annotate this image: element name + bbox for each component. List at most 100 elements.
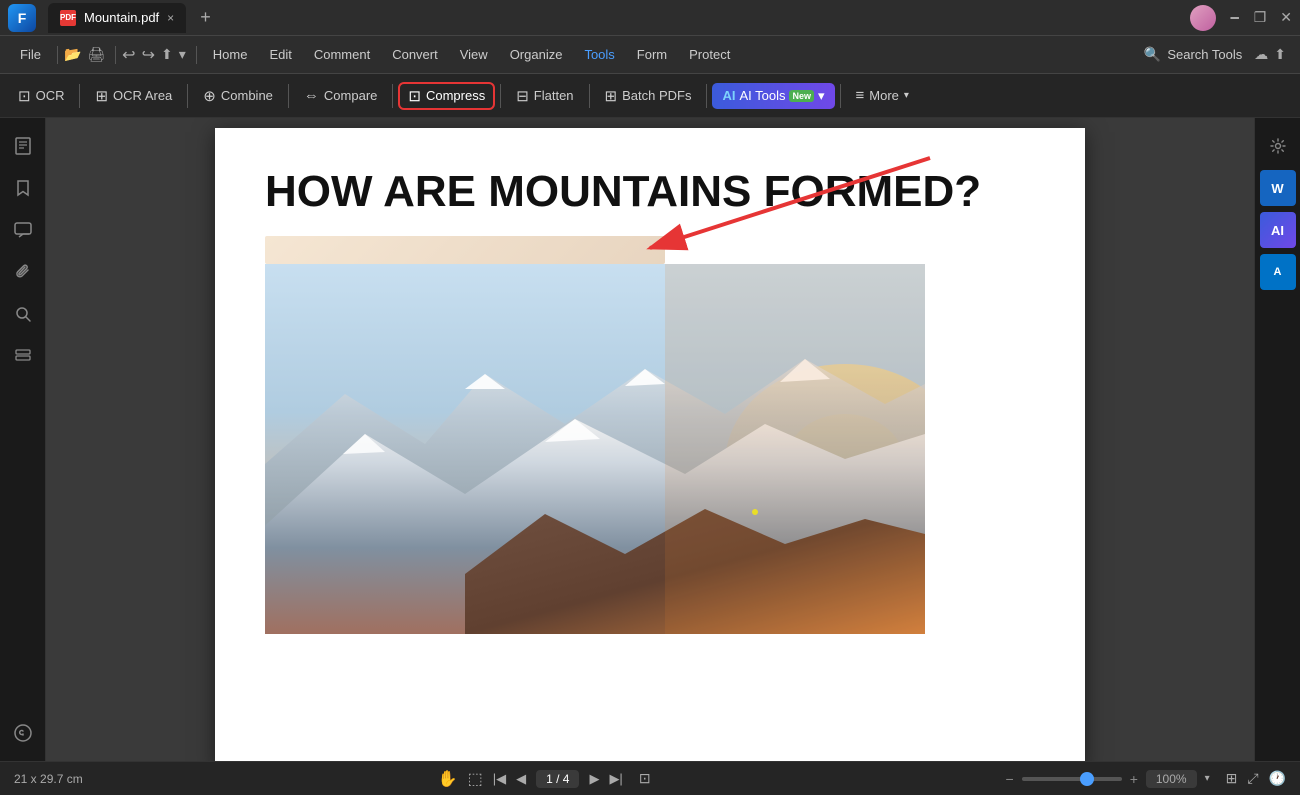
- first-page-button[interactable]: |◀: [493, 771, 506, 787]
- last-page-button[interactable]: ▶|: [609, 771, 622, 787]
- menu-organize[interactable]: Organize: [500, 43, 573, 66]
- flatten-icon: ⊟: [516, 87, 529, 105]
- search-tools-icon: 🔍: [1144, 46, 1161, 63]
- ocr-area-button[interactable]: ⊞ OCR Area: [85, 82, 182, 110]
- compare-button[interactable]: ⇔ Compare: [294, 82, 387, 109]
- combine-icon: ⊕: [203, 87, 216, 105]
- combine-label: Combine: [221, 88, 273, 103]
- fit-page-button[interactable]: ⊞: [1226, 770, 1238, 787]
- right-az-button[interactable]: A: [1260, 254, 1296, 290]
- page-indicator[interactable]: 1 / 4: [536, 770, 579, 788]
- right-word-button[interactable]: W: [1260, 170, 1296, 206]
- word-label: W: [1271, 181, 1283, 196]
- open-icon[interactable]: 📂: [64, 46, 81, 63]
- compress-button[interactable]: ⊡ Compress: [398, 82, 495, 110]
- zoom-controls: − + 100% ▾: [1006, 770, 1210, 788]
- next-page-button[interactable]: ▶: [589, 771, 599, 787]
- new-tab-button[interactable]: +: [200, 7, 211, 28]
- zoom-slider[interactable]: [1022, 777, 1122, 781]
- ocr-button[interactable]: ⊡ OCR: [8, 82, 74, 110]
- right-ai-button[interactable]: AI: [1260, 212, 1296, 248]
- pdf-content-area[interactable]: HOW ARE MOUNTAINS FORMED?: [46, 118, 1254, 761]
- zoom-in-button[interactable]: +: [1130, 771, 1138, 787]
- tab-close-button[interactable]: ×: [167, 11, 174, 25]
- right-sidebar: W AI A: [1254, 118, 1300, 761]
- menu-form[interactable]: Form: [627, 43, 677, 66]
- bookmark-bottom-icon[interactable]: ⊡: [639, 770, 651, 787]
- app-icon: F: [8, 4, 36, 32]
- sidebar-page-icon[interactable]: [5, 128, 41, 164]
- prev-page-button[interactable]: ◀: [516, 771, 526, 787]
- clock-icon: 🕐: [1269, 770, 1286, 787]
- left-sidebar: [0, 118, 46, 761]
- more-dropdown-icon: ▾: [904, 90, 909, 101]
- sidebar-search-icon[interactable]: [5, 296, 41, 332]
- combine-button[interactable]: ⊕ Combine: [193, 82, 283, 110]
- pdf-image-top-bar: [265, 236, 665, 264]
- undo-icon[interactable]: ↩: [122, 45, 135, 65]
- search-tools-label: Search Tools: [1167, 47, 1242, 62]
- menu-view[interactable]: View: [450, 43, 498, 66]
- menu-home[interactable]: Home: [203, 43, 258, 66]
- menu-edit[interactable]: Edit: [259, 43, 301, 66]
- more-button[interactable]: ≡ More ▾: [846, 82, 919, 109]
- dropdown-icon[interactable]: ▾: [179, 46, 186, 63]
- cloud-upload-icon[interactable]: ☁: [1254, 46, 1268, 63]
- sidebar-attachment-icon[interactable]: [5, 254, 41, 290]
- close-button[interactable]: ✕: [1280, 9, 1292, 26]
- menu-separator: [115, 46, 116, 64]
- ai-tools-label: AI Tools: [739, 88, 785, 103]
- minimize-button[interactable]: 🗕: [1230, 6, 1240, 30]
- window-controls: 🗕 ❐ ✕: [1190, 5, 1292, 31]
- sidebar-layers-icon[interactable]: [5, 338, 41, 374]
- restore-button[interactable]: ❐: [1254, 9, 1267, 26]
- ai-tools-icon: AI: [722, 88, 735, 103]
- menu-separator: [57, 46, 58, 64]
- ai-label: AI: [1271, 223, 1284, 238]
- toolbar-separator: [500, 84, 501, 108]
- right-settings-icon[interactable]: [1260, 128, 1296, 164]
- sidebar-comment-icon[interactable]: [5, 212, 41, 248]
- menu-protect[interactable]: Protect: [679, 43, 740, 66]
- ai-tools-button[interactable]: AI AI Tools New ▾: [712, 83, 834, 109]
- avatar[interactable]: [1190, 5, 1216, 31]
- mountain-image: [265, 264, 925, 634]
- tab-title: Mountain.pdf: [84, 10, 159, 25]
- redo-icon[interactable]: ↪: [142, 45, 155, 65]
- search-tools-group[interactable]: 🔍 Search Tools: [1144, 46, 1242, 63]
- ocr-icon: ⊡: [18, 87, 31, 105]
- hand-tool-icon[interactable]: ✋: [438, 769, 458, 789]
- menu-file[interactable]: File: [10, 43, 51, 66]
- zoom-out-button[interactable]: −: [1006, 771, 1014, 787]
- zoom-dropdown-icon[interactable]: ▾: [1205, 773, 1210, 784]
- titlebar: F PDF Mountain.pdf × + 🗕 ❐ ✕: [0, 0, 1300, 36]
- active-tab[interactable]: PDF Mountain.pdf ×: [48, 3, 186, 33]
- bottombar: 21 x 29.7 cm ✋ ⬚ |◀ ◀ 1 / 4 ▶ ▶| ⊡ − + 1…: [0, 761, 1300, 795]
- ai-dropdown-icon: ▾: [818, 88, 825, 104]
- menu-convert[interactable]: Convert: [382, 43, 448, 66]
- select-tool-icon[interactable]: ⬚: [468, 769, 483, 789]
- fullscreen-button[interactable]: ⤢: [1247, 770, 1258, 787]
- print-icon[interactable]: 🖨: [87, 46, 105, 63]
- ocr-label: OCR: [36, 88, 65, 103]
- new-badge: New: [789, 90, 814, 102]
- compress-label: Compress: [426, 88, 485, 103]
- sidebar-help-icon[interactable]: [5, 715, 41, 751]
- toolbar-separator: [840, 84, 841, 108]
- share-icon[interactable]: ⬆: [161, 46, 173, 63]
- tab-file-icon: PDF: [60, 10, 76, 26]
- zoom-level-label[interactable]: 100%: [1146, 770, 1197, 788]
- menu-comment[interactable]: Comment: [304, 43, 380, 66]
- menu-tools[interactable]: Tools: [574, 43, 624, 66]
- flatten-label: Flatten: [534, 88, 574, 103]
- flatten-button[interactable]: ⊟ Flatten: [506, 82, 583, 110]
- compress-icon: ⊡: [408, 87, 421, 105]
- pdf-image-area: [215, 236, 1085, 761]
- upload-icon[interactable]: ⬆: [1274, 46, 1286, 63]
- toolbar: ⊡ OCR ⊞ OCR Area ⊕ Combine ⇔ Compare ⊡ C…: [0, 74, 1300, 118]
- batch-label: Batch PDFs: [622, 88, 691, 103]
- ocr-area-icon: ⊞: [95, 87, 108, 105]
- sidebar-bookmark-icon[interactable]: [5, 170, 41, 206]
- menu-separator: [196, 46, 197, 64]
- batch-pdfs-button[interactable]: ⊞ Batch PDFs: [595, 82, 702, 110]
